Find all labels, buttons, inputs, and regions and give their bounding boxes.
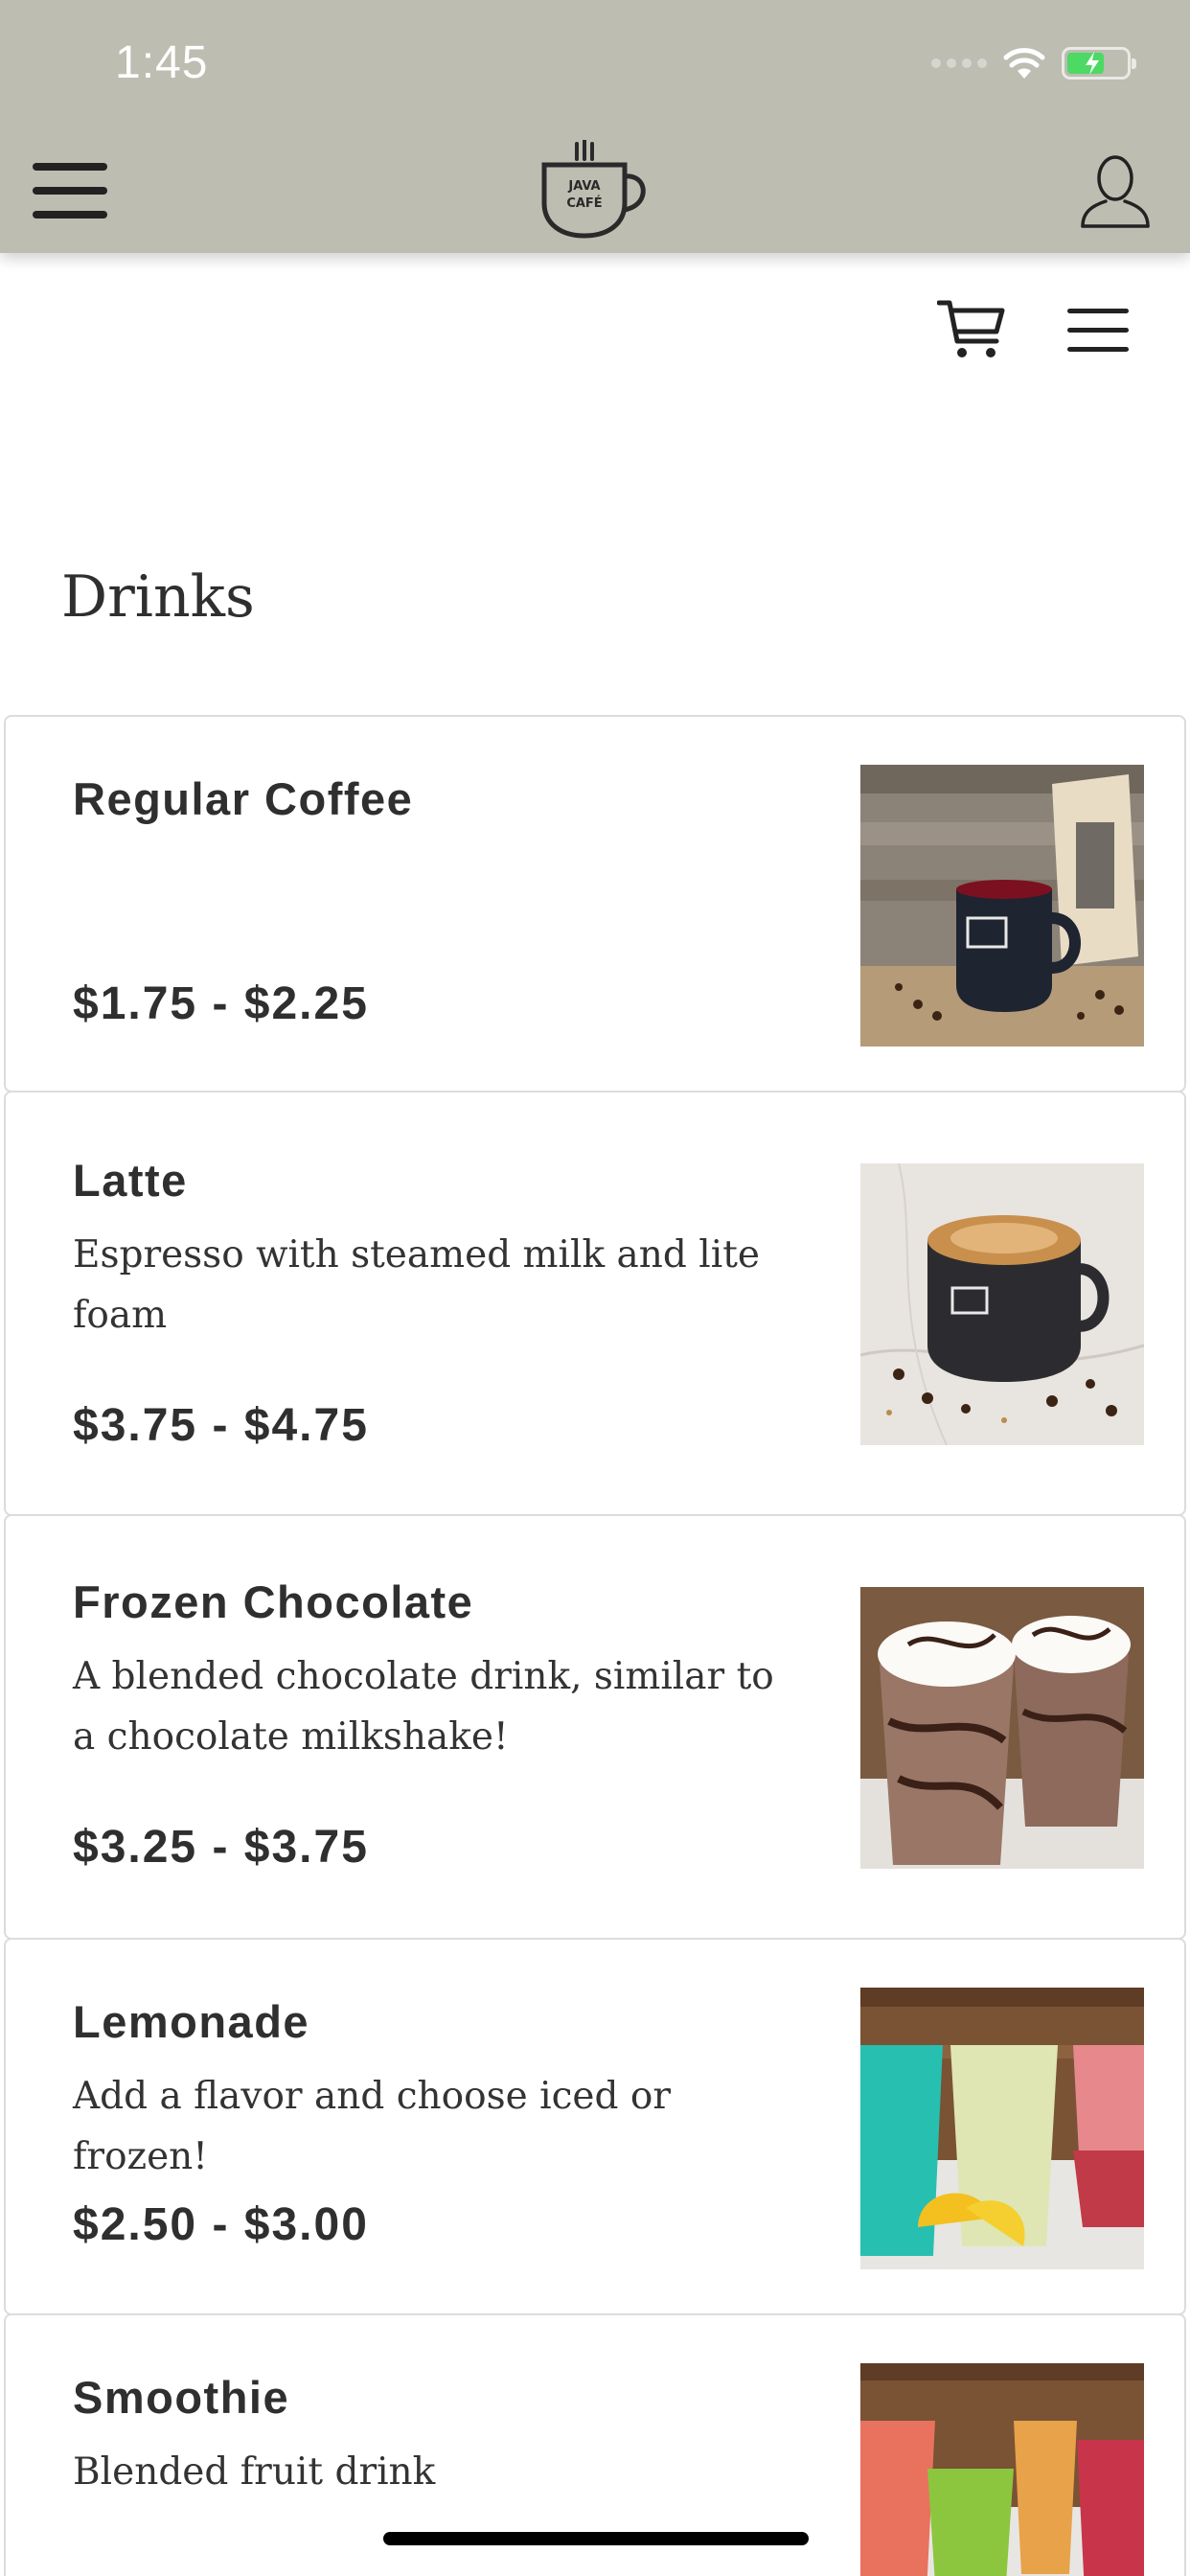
menu-item-lemonade[interactable]: Lemonade Add a flavor and choose iced or… <box>4 1938 1186 2315</box>
logo-text-line2: CAFÉ <box>566 196 602 211</box>
item-description: Espresso with steamed milk and lite foam <box>73 1233 760 1337</box>
cellular-signal-icon <box>931 58 987 68</box>
coffee-mug-photo <box>860 765 1144 1046</box>
smoothie-photo <box>860 2363 1144 2576</box>
battery-icon <box>1062 47 1136 80</box>
page-title: Drinks <box>61 564 255 631</box>
item-name: Regular Coffee <box>73 773 414 824</box>
item-description: Blended fruit drink <box>73 2450 436 2494</box>
hamburger-icon[interactable] <box>31 161 109 220</box>
home-indicator[interactable] <box>383 2532 809 2545</box>
item-price: $3.25 - $3.75 <box>73 1822 369 1873</box>
item-price: $1.75 - $2.25 <box>73 978 369 1029</box>
item-name: Smoothie <box>73 2372 290 2423</box>
java-cafe-logo[interactable]: JAVA CAFÉ <box>538 140 652 240</box>
item-price: $2.50 - $3.00 <box>73 2199 369 2250</box>
item-name: Frozen Chocolate <box>73 1576 474 1627</box>
item-name: Lemonade <box>73 1996 310 2047</box>
item-description: A blended chocolate drink, similar to a … <box>73 1655 774 1759</box>
app-header: 1:45 JAVA CAFÉ <box>0 0 1190 253</box>
status-time: 1:45 <box>115 37 209 88</box>
menu-item-frozen-chocolate[interactable]: Frozen Chocolate A blended chocolate dri… <box>4 1514 1186 1940</box>
item-description: Add a flavor and choose iced or frozen! <box>73 2075 671 2178</box>
cart-icon[interactable] <box>937 299 1006 360</box>
frozen-chocolate-photo <box>860 1587 1144 1869</box>
menu-item-regular-coffee[interactable]: Regular Coffee $1.75 - $2.25 <box>4 715 1186 1092</box>
latte-photo <box>860 1163 1144 1445</box>
menu-item-latte[interactable]: Latte Espresso with steamed milk and lit… <box>4 1091 1186 1516</box>
lemonade-photo <box>860 1988 1144 2269</box>
logo-text-line1: JAVA <box>567 179 600 194</box>
wifi-icon <box>1003 48 1045 79</box>
menu-hamburger-icon[interactable] <box>1065 307 1131 355</box>
status-indicators <box>931 42 1136 84</box>
user-icon[interactable] <box>1079 153 1152 228</box>
item-name: Latte <box>73 1155 188 1206</box>
item-price: $3.75 - $4.75 <box>73 1400 369 1451</box>
